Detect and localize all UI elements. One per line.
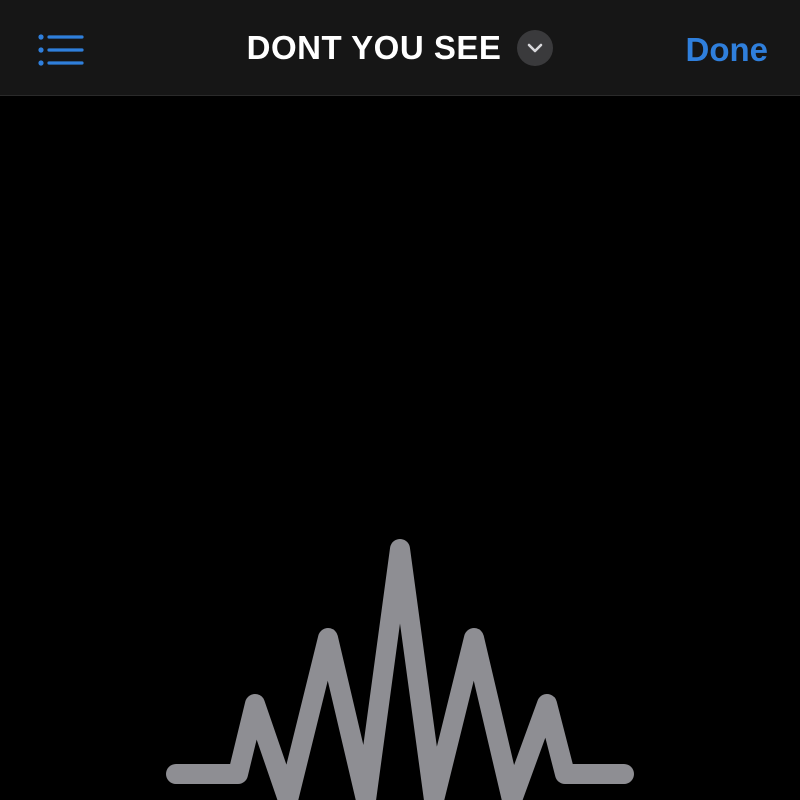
list-icon: [38, 34, 84, 66]
navigation-bar: DONT YOU SEE Done: [0, 0, 800, 96]
shortcut-editor-screen: DONT YOU SEE Done: [0, 0, 800, 800]
done-button[interactable]: Done: [686, 30, 769, 70]
title-options-button[interactable]: [517, 30, 554, 66]
list-menu-button[interactable]: [30, 26, 90, 74]
waveform-icon: [166, 539, 634, 800]
shortcut-canvas: [0, 96, 800, 800]
title-group: DONT YOU SEE: [0, 0, 800, 96]
chevron-down-icon: [528, 43, 543, 53]
shortcut-title[interactable]: DONT YOU SEE: [247, 29, 502, 67]
